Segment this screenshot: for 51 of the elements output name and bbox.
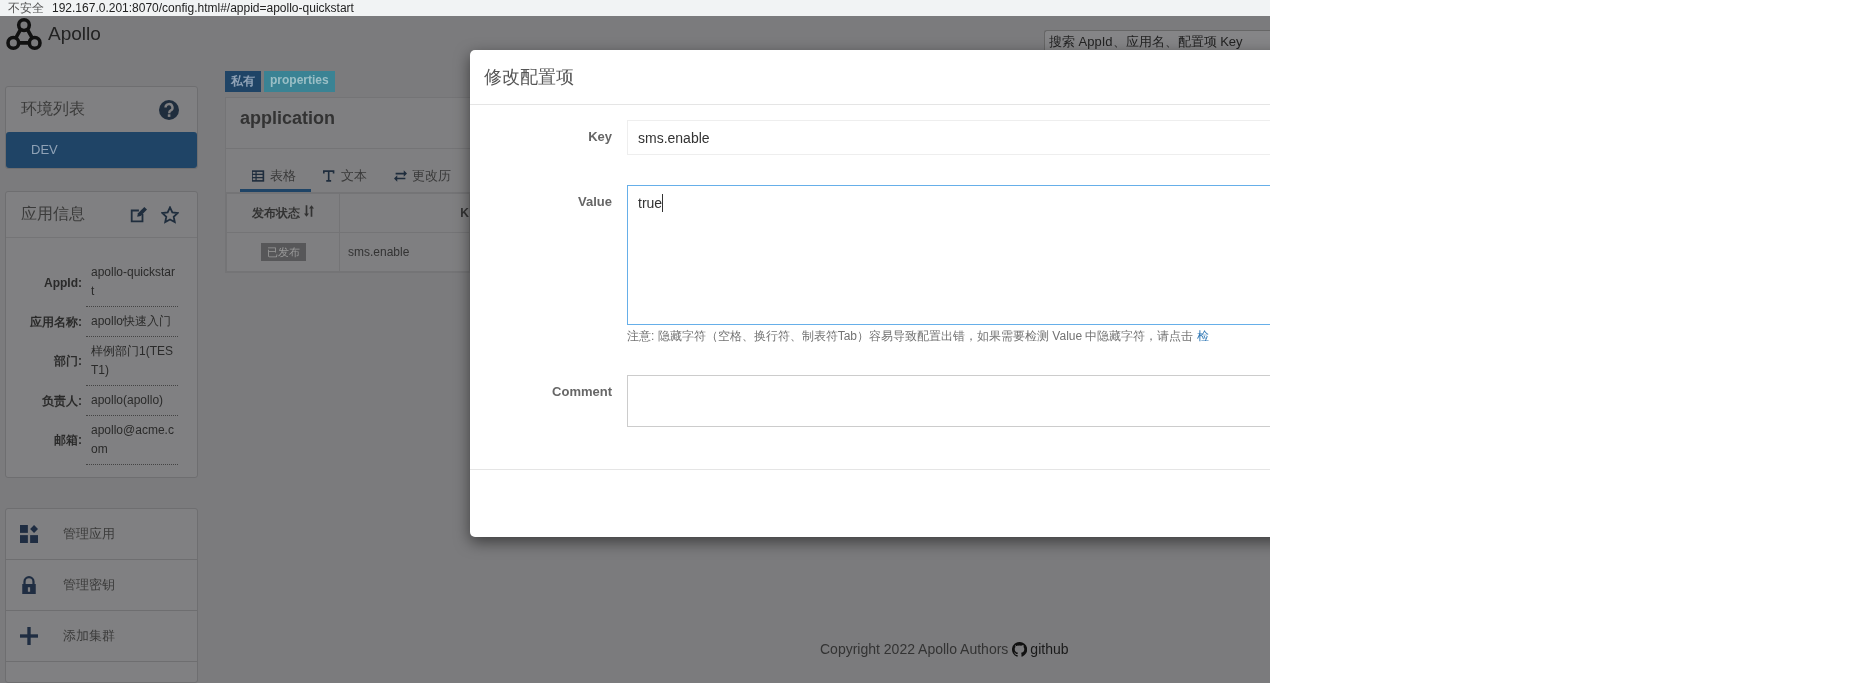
view-tab[interactable]: 文本	[311, 167, 382, 192]
comment-textarea[interactable]	[627, 375, 1270, 427]
plus-icon	[20, 627, 38, 645]
star-icon	[161, 205, 179, 224]
copyright-text: Copyright 2022 Apollo Authors	[820, 641, 1009, 657]
column-header: K	[339, 193, 470, 233]
field-value: apollo快速入门	[86, 307, 178, 337]
address-url[interactable]: 192.167.0.201:8070/config.html#/appid=apollo-quickstart	[52, 1, 354, 15]
column-header[interactable]: 发布状态	[226, 193, 340, 233]
field-label: 负责人:	[41, 392, 83, 410]
search-field[interactable]: 搜索 AppId、应用名、配置项 Key	[1044, 30, 1270, 51]
status-tag: 已发布	[260, 242, 306, 261]
text-icon	[323, 170, 336, 182]
form-label: Key	[587, 128, 612, 146]
github-link[interactable]: github	[1012, 641, 1069, 657]
panel-title: 环境列表	[21, 99, 85, 119]
environment-item[interactable]: DEV	[6, 132, 197, 168]
apollo-logo-icon	[6, 18, 42, 50]
lock-icon	[20, 576, 38, 594]
field-label: 邮箱:	[53, 432, 83, 449]
table-cell: sms.enable	[339, 232, 470, 272]
field-label: 应用名称:	[29, 313, 83, 331]
field-value: apollo-quickstart	[86, 258, 178, 307]
namespace-badge: properties	[264, 71, 335, 92]
value-textarea[interactable]: true	[627, 185, 1270, 325]
form-label: Comment	[551, 383, 612, 401]
panel-title: 应用信息	[21, 204, 85, 224]
github-icon	[1012, 641, 1028, 657]
field-value: apollo@acme.com	[86, 416, 178, 465]
view-tab[interactable]: 表格	[240, 167, 311, 192]
menu-item[interactable]: 管理密钥	[6, 560, 197, 611]
namespace-badge: 私有	[225, 71, 261, 92]
view-tab[interactable]: 更改历	[382, 167, 466, 192]
hint-text: 注意: 隐藏字符（空格、换行符、制表符Tab）容易导致配置出错，如果需要检测 Value 中隐藏字符，请点击 检	[627, 328, 1210, 345]
key-input[interactable]: sms.enable	[627, 120, 1270, 155]
table-icon	[252, 170, 265, 182]
field-label: 部门:	[53, 353, 83, 370]
field-value: apollo(apollo)	[86, 386, 178, 416]
check-link[interactable]: 检	[1196, 329, 1209, 343]
menu-item[interactable]: 管理应用	[6, 509, 197, 560]
sort-icon	[303, 204, 314, 217]
exchange-icon	[394, 170, 407, 182]
form-label: Value	[577, 193, 612, 211]
security-label: 不安全	[8, 0, 44, 17]
menu-item[interactable]: 添加集群	[6, 611, 197, 662]
help-icon	[159, 99, 179, 120]
field-label: AppId:	[43, 275, 83, 290]
logo-text: Apollo	[48, 23, 101, 45]
edit-icon	[129, 205, 147, 224]
apps-grid-icon	[20, 525, 38, 543]
field-value: 样例部门1(TEST1)	[86, 337, 178, 386]
